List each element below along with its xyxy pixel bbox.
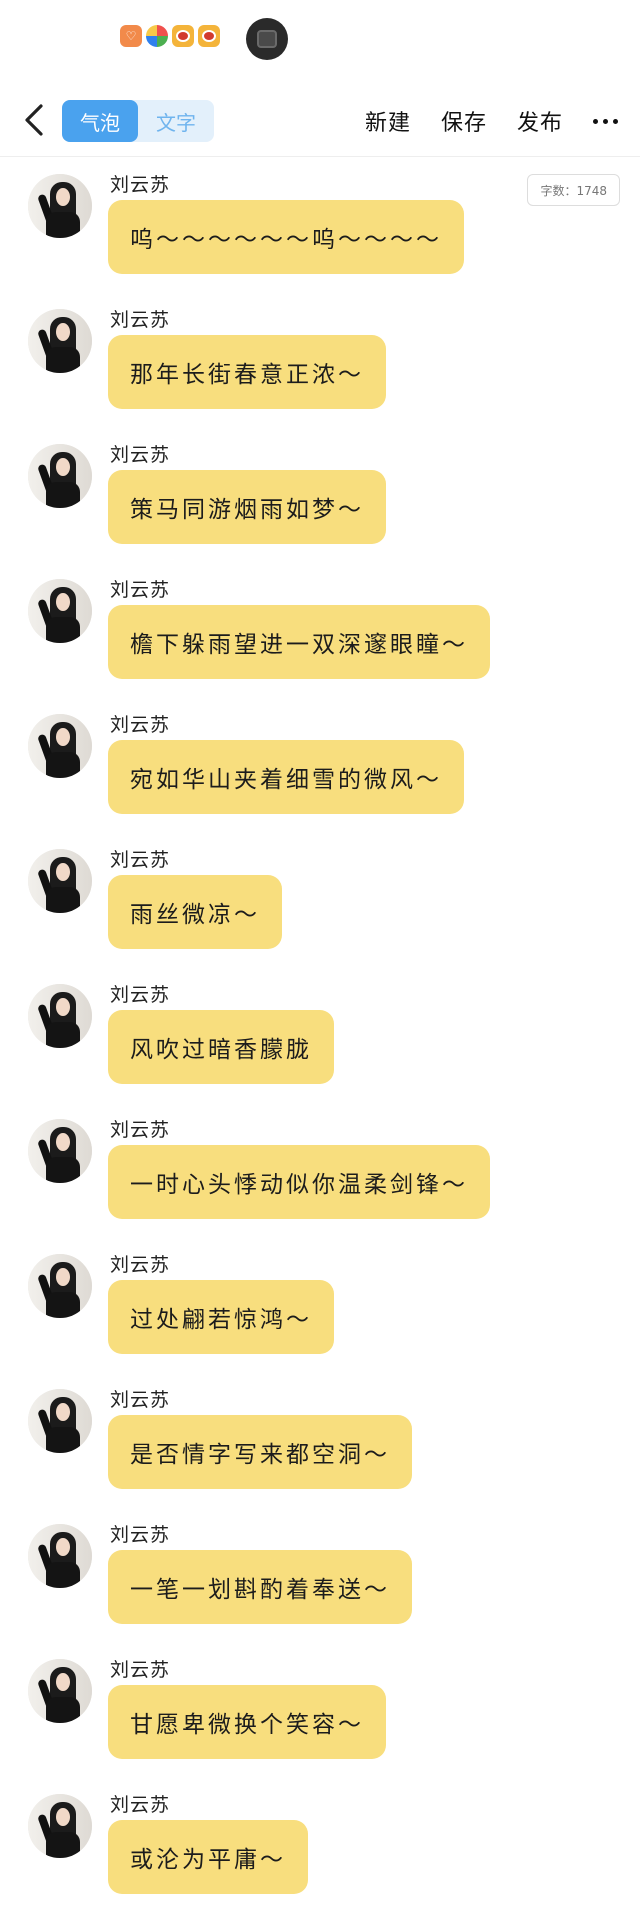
avatar[interactable]: [28, 579, 92, 643]
message-row: 刘云苏一笔一划斟酌着奉送～: [0, 1520, 640, 1655]
tab-bubble[interactable]: 气泡: [62, 100, 138, 142]
message-bubble[interactable]: 檐下躲雨望进一双深邃眼瞳～: [108, 605, 490, 679]
sender-name: 刘云苏: [110, 1659, 171, 1681]
avatar[interactable]: [28, 984, 92, 1048]
avatar[interactable]: [28, 1254, 92, 1318]
toolbar-actions: 新建 保存 发布: [365, 100, 618, 142]
avatar[interactable]: [28, 849, 92, 913]
save-button[interactable]: 保存: [441, 105, 487, 137]
message-bubble[interactable]: 一笔一划斟酌着奉送～: [108, 1550, 412, 1624]
tab-text[interactable]: 文字: [138, 100, 214, 142]
more-dots-icon: [593, 118, 598, 124]
sender-name: 刘云苏: [110, 579, 171, 601]
message-row: 刘云苏过处翩若惊鸿～: [0, 1250, 640, 1385]
back-button[interactable]: [14, 98, 54, 142]
message-row: 刘云苏风吹过暗香朦胧: [0, 980, 640, 1115]
avatar[interactable]: [28, 714, 92, 778]
message-row: 刘云苏是否情字写来都空洞～: [0, 1385, 640, 1520]
notification-icons: ♡: [120, 25, 220, 47]
message-bubble[interactable]: 风吹过暗香朦胧: [108, 1010, 334, 1084]
sender-name: 刘云苏: [110, 444, 171, 466]
message-bubble[interactable]: 甘愿卑微换个笑容～: [108, 1685, 386, 1759]
message-row: 刘云苏呜～～～～～～呜～～～～: [0, 170, 640, 305]
sender-name: 刘云苏: [110, 1389, 171, 1411]
message-row: 刘云苏檐下躲雨望进一双深邃眼瞳～: [0, 575, 640, 710]
mode-switch: 气泡 文字: [62, 100, 214, 142]
sender-name: 刘云苏: [110, 1254, 171, 1276]
message-row: 刘云苏甘愿卑微换个笑容～: [0, 1655, 640, 1790]
sender-name: 刘云苏: [110, 849, 171, 871]
message-row: 刘云苏策马同游烟雨如梦～: [0, 440, 640, 575]
sender-name: 刘云苏: [110, 309, 171, 331]
more-options-button[interactable]: [593, 115, 618, 128]
sender-name: 刘云苏: [110, 984, 171, 1006]
message-row: 刘云苏雨丝微凉～: [0, 845, 640, 980]
avatar[interactable]: [28, 1659, 92, 1723]
avatar[interactable]: [28, 174, 92, 238]
sender-name: 刘云苏: [110, 1524, 171, 1546]
message-bubble[interactable]: 一时心头悸动似你温柔剑锋～: [108, 1145, 490, 1219]
message-bubble[interactable]: 呜～～～～～～呜～～～～: [108, 200, 464, 274]
status-bar: ♡: [0, 0, 640, 78]
message-row: 刘云苏宛如华山夹着细雪的微风～: [0, 710, 640, 845]
message-row: 刘云苏一时心头悸动似你温柔剑锋～: [0, 1115, 640, 1250]
avatar[interactable]: [28, 1794, 92, 1858]
camera-icon: [257, 30, 277, 48]
message-bubble[interactable]: 策马同游烟雨如梦～: [108, 470, 386, 544]
camera-cutout: [246, 18, 288, 60]
sender-name: 刘云苏: [110, 714, 171, 736]
pinwheel-app-icon: [146, 25, 168, 47]
app-notification-icon: ♡: [120, 25, 142, 47]
avatar[interactable]: [28, 1524, 92, 1588]
weibo-icon: [172, 25, 194, 47]
avatar[interactable]: [28, 309, 92, 373]
avatar[interactable]: [28, 1119, 92, 1183]
avatar[interactable]: [28, 1389, 92, 1453]
sender-name: 刘云苏: [110, 1119, 171, 1141]
sender-name: 刘云苏: [110, 174, 171, 196]
new-button[interactable]: 新建: [365, 105, 411, 137]
message-bubble[interactable]: 宛如华山夹着细雪的微风～: [108, 740, 464, 814]
message-row: 刘云苏或沦为平庸～: [0, 1790, 640, 1925]
message-bubble[interactable]: 是否情字写来都空洞～: [108, 1415, 412, 1489]
avatar[interactable]: [28, 444, 92, 508]
toolbar: 气泡 文字 新建 保存 发布: [0, 90, 640, 157]
publish-button[interactable]: 发布: [517, 105, 563, 137]
chevron-left-icon: [25, 104, 43, 136]
weibo-icon: [198, 25, 220, 47]
message-bubble[interactable]: 那年长街春意正浓～: [108, 335, 386, 409]
message-bubble[interactable]: 雨丝微凉～: [108, 875, 282, 949]
message-row: 刘云苏那年长街春意正浓～: [0, 305, 640, 440]
message-bubble[interactable]: 或沦为平庸～: [108, 1820, 308, 1894]
message-bubble[interactable]: 过处翩若惊鸿～: [108, 1280, 334, 1354]
sender-name: 刘云苏: [110, 1794, 171, 1816]
